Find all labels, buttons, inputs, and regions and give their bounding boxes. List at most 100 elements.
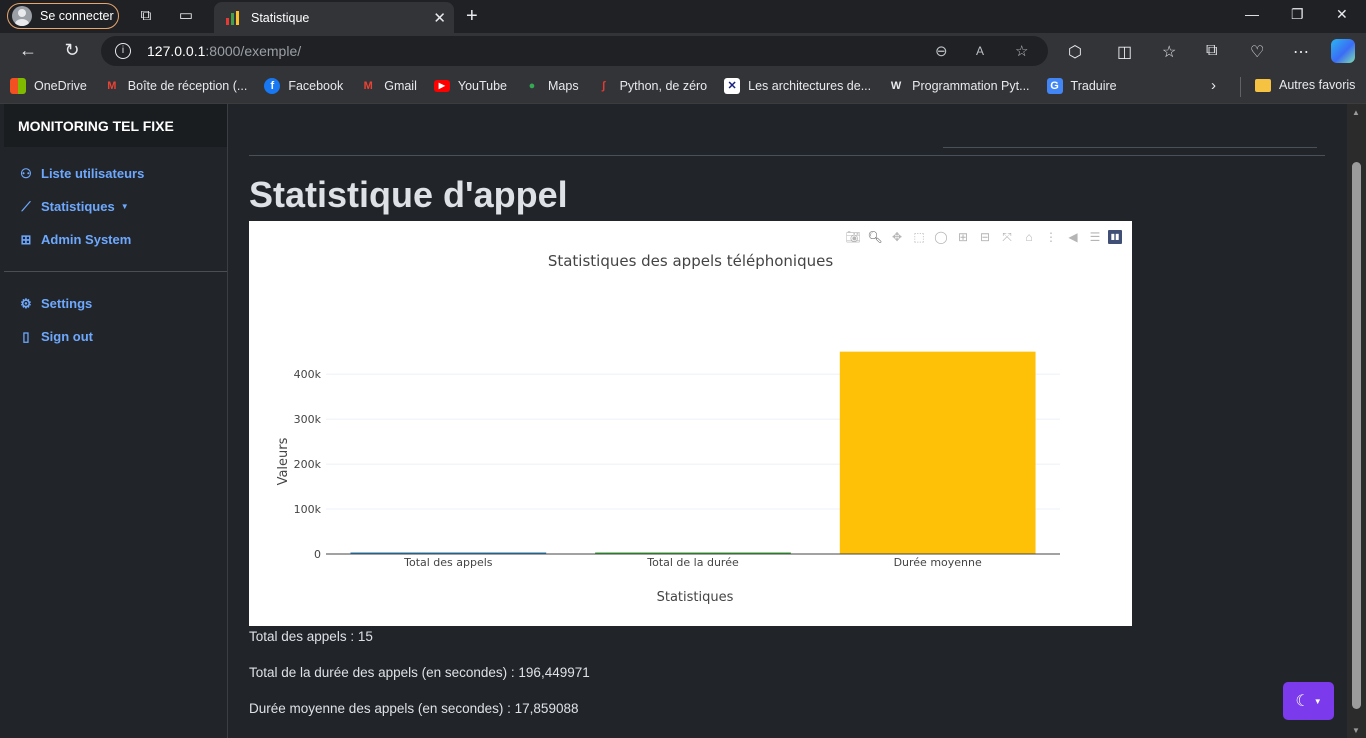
y-tick-label: 300k xyxy=(294,413,322,426)
top-bar xyxy=(229,104,1347,148)
other-bookmarks-label: Autres favoris xyxy=(1279,78,1356,92)
read-aloud-icon[interactable]: A xyxy=(976,44,984,58)
header-divider xyxy=(249,155,1325,156)
x-tick-label: Total des appels xyxy=(403,556,493,569)
bookmark-facebook[interactable]: f Facebook xyxy=(264,78,343,94)
scroll-up-icon[interactable]: ▲ xyxy=(1352,108,1360,117)
y-tick-label: 200k xyxy=(294,458,322,471)
gear-icon: ⚙ xyxy=(20,295,32,311)
sidebar-item-sign-out[interactable]: ▯ Sign out xyxy=(4,320,227,353)
stat-duree-moyenne: Durée moyenne des appels (en secondes) :… xyxy=(249,701,579,716)
users-icon: ⚇ xyxy=(20,165,32,181)
y-axis-title: Valeurs xyxy=(276,437,291,485)
site-info-icon[interactable]: i xyxy=(115,43,131,59)
python-icon: ʃ xyxy=(601,80,606,92)
restore-icon[interactable]: ❐ xyxy=(1291,6,1304,23)
bookmark-label: Boîte de réception (... xyxy=(127,79,248,93)
chevron-right-icon[interactable]: › xyxy=(1211,77,1216,94)
scrollbar[interactable]: ▲ ▼ xyxy=(1347,104,1366,738)
sidebar-divider xyxy=(4,271,227,272)
bar-chart[interactable]: 📷︎ 🔍︎ ✥ ⬚ ◯ ⊞ ⊟ ⤧ ⌂ ⋮ ◀ ☰ ▮▮ Statistique… xyxy=(249,221,1132,626)
favorite-star-icon[interactable]: ☆ xyxy=(1015,42,1028,60)
sidebar-item-label: Admin System xyxy=(41,232,132,247)
split-screen-icon[interactable]: ◫ xyxy=(1117,42,1132,62)
scroll-thumb[interactable] xyxy=(1352,162,1361,709)
architectures-icon: ✕ xyxy=(724,78,741,94)
bookmark-youtube[interactable]: ▶ YouTube xyxy=(433,79,507,93)
caret-down-icon: ▼ xyxy=(1313,696,1322,706)
other-bookmarks[interactable]: Autres favoris xyxy=(1255,78,1355,92)
chart-svg: 0 100k 200k 300k 400k Total des appels Total d… xyxy=(276,351,1060,605)
cpu-icon: ⊞ xyxy=(20,231,32,247)
y-tick-label: 400k xyxy=(294,368,322,381)
browser-essentials-icon[interactable]: ♡ xyxy=(1250,42,1264,62)
workspaces-icon[interactable]: ⧉ xyxy=(137,7,155,25)
bookmark-python[interactable]: ʃ Python, de zéro xyxy=(596,78,708,94)
tab-title: Statistique xyxy=(251,10,310,25)
stat-total-duree: Total de la durée des appels (en seconde… xyxy=(249,665,590,680)
theme-toggle-button[interactable]: ☾ ▼ xyxy=(1283,682,1334,720)
reload-icon[interactable]: ↻ xyxy=(60,40,84,61)
bookmark-label: Traduire xyxy=(1070,79,1117,93)
url-host: 127.0.0.1 xyxy=(147,43,206,59)
bookmark-boite-reception[interactable]: M Boîte de réception (... xyxy=(104,78,248,94)
page-title: Statistique d'appel xyxy=(249,174,568,215)
close-window-icon[interactable]: ✕ xyxy=(1336,6,1348,23)
favorites-icon[interactable]: ☆ xyxy=(1162,42,1176,62)
profile-label: Se connecter xyxy=(40,9,114,23)
sidebar-item-liste-utilisateurs[interactable]: ⚇ Liste utilisateurs xyxy=(4,157,227,190)
facebook-icon: f xyxy=(264,78,281,94)
onedrive-icon xyxy=(10,78,26,94)
gmail-icon: M xyxy=(107,80,117,92)
browser-tab-bar: Se connecter ⧉ ▭ Statistique ✕ + — ❐ ✕ xyxy=(0,0,1366,33)
bookmark-label: Python, de zéro xyxy=(619,79,708,93)
address-bar: ← ↻ i 127.0.0.1:8000/exemple/ ⊖ A ☆ ⬡ ◫ … xyxy=(0,33,1366,69)
back-arrow-icon[interactable]: ← xyxy=(16,40,40,61)
sidebar-item-settings[interactable]: ⚙ Settings xyxy=(4,287,227,320)
tab-actions-icon[interactable]: ▭ xyxy=(177,7,195,25)
new-tab-icon[interactable]: + xyxy=(466,5,478,28)
bookmark-traduire[interactable]: G Traduire xyxy=(1046,78,1117,94)
minimize-icon[interactable]: — xyxy=(1245,6,1259,22)
caret-down-icon: ▼ xyxy=(120,202,129,211)
bar xyxy=(839,351,1036,554)
bookmark-gmail[interactable]: M Gmail xyxy=(360,78,417,94)
collections-icon[interactable]: ⧉ xyxy=(1206,42,1217,60)
scroll-down-icon[interactable]: ▼ xyxy=(1352,726,1360,735)
close-tab-icon[interactable]: ✕ xyxy=(433,9,446,27)
bookmark-onedrive[interactable]: OneDrive xyxy=(10,78,87,94)
x-tick-label: Total de la durée xyxy=(646,556,739,569)
copilot-icon[interactable] xyxy=(1331,39,1355,63)
stats-text: Total des appels : 15 Total de la durée … xyxy=(249,630,590,738)
x-axis-title: Statistiques xyxy=(657,590,734,605)
profile-button[interactable]: Se connecter xyxy=(7,3,119,29)
more-menu-icon[interactable]: ⋯ xyxy=(1293,42,1309,62)
bookmark-label: YouTube xyxy=(457,79,507,93)
web-page: MONITORING TEL FIXE ⚇ Liste utilisateurs… xyxy=(0,104,1366,738)
programmation-icon: W xyxy=(890,80,902,92)
zoom-icon[interactable]: ⊖ xyxy=(935,42,948,60)
sidebar-item-admin-system[interactable]: ⊞ Admin System xyxy=(4,223,227,256)
bookmarks-divider xyxy=(1240,77,1241,97)
folder-icon xyxy=(1255,78,1271,92)
bookmarks-bar: OneDrive M Boîte de réception (... f Fac… xyxy=(0,69,1366,104)
bookmark-label: OneDrive xyxy=(34,79,87,93)
url-path: :8000/exemple/ xyxy=(205,43,302,59)
bookmark-architectures[interactable]: ✕ Les architectures de... xyxy=(724,78,871,94)
youtube-icon: ▶ xyxy=(433,80,450,92)
url-field[interactable]: i 127.0.0.1:8000/exemple/ ⊖ A ☆ xyxy=(101,36,1048,66)
bookmark-maps[interactable]: ● Maps xyxy=(524,78,579,94)
sidebar-item-statistiques[interactable]: ⟋ Statistiques ▼ xyxy=(4,190,227,223)
door-icon: ▯ xyxy=(22,328,30,344)
x-tick-label: Durée moyenne xyxy=(894,556,982,569)
extensions-icon[interactable]: ⬡ xyxy=(1068,42,1082,62)
tab-statistique[interactable]: Statistique ✕ xyxy=(214,2,454,33)
bookmark-label: Maps xyxy=(548,79,579,93)
chart-icon: ⟋ xyxy=(21,198,31,214)
top-bar-underline xyxy=(943,147,1317,148)
bookmark-label: Gmail xyxy=(384,79,417,93)
bookmark-label: Programmation Pyt... xyxy=(912,79,1030,93)
brand-title[interactable]: MONITORING TEL FIXE xyxy=(4,104,227,147)
bookmark-programmation[interactable]: W Programmation Pyt... xyxy=(888,78,1030,94)
sidebar-item-label: Sign out xyxy=(41,329,93,344)
